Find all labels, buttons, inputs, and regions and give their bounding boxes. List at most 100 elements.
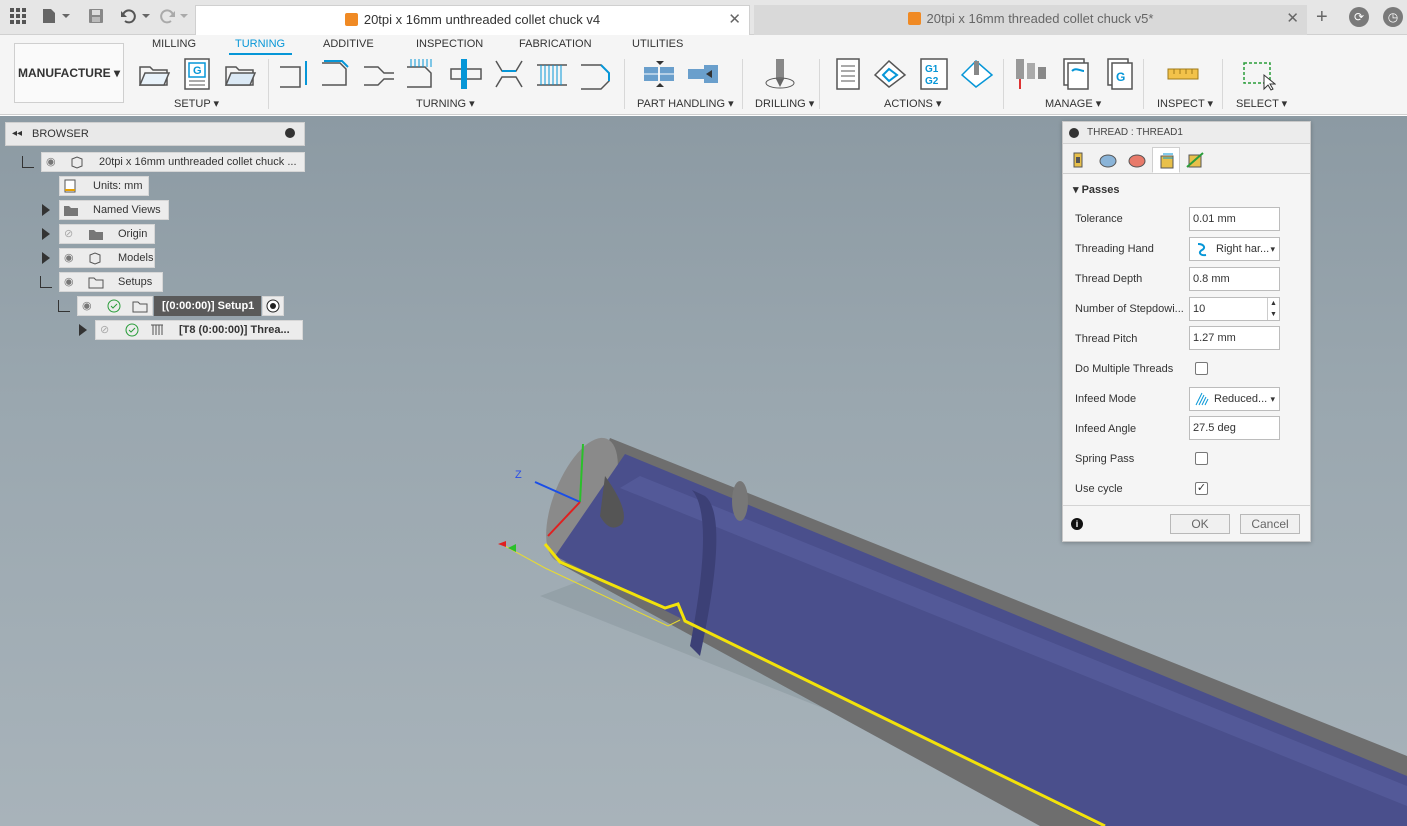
origin-label: Origin <box>118 228 148 240</box>
ok-button[interactable]: OK <box>1170 514 1230 534</box>
browser-root-node[interactable]: ◉ 20tpi x 16mm unthreaded collet chuck .… <box>41 152 305 172</box>
window-select-icon[interactable] <box>1242 57 1277 91</box>
spinner-arrows[interactable]: ▲ ▼ <box>1267 298 1279 320</box>
tab-linking[interactable] <box>1181 147 1209 173</box>
part-transfer-icon[interactable] <box>642 57 676 91</box>
file-menu-icon[interactable] <box>42 8 70 26</box>
use-cycle-checkbox[interactable]: ✓ <box>1195 482 1208 495</box>
cancel-button[interactable]: Cancel <box>1240 514 1300 534</box>
expand-named-views-toggle[interactable] <box>42 204 50 216</box>
eye-icon[interactable]: ◉ <box>82 299 96 313</box>
drill-icon[interactable] <box>764 57 798 91</box>
group-setup[interactable]: SETUP ▾ <box>174 97 219 110</box>
simulate-icon[interactable] <box>873 57 907 91</box>
expand-root-toggle[interactable] <box>22 156 34 168</box>
tab-additive[interactable]: ADDITIVE <box>323 38 374 50</box>
turning-secondary-icon[interactable] <box>579 57 613 91</box>
group-select[interactable]: SELECT ▾ <box>1236 97 1287 110</box>
expand-origin-toggle[interactable] <box>42 228 50 240</box>
nc-program-icon[interactable]: G <box>181 57 215 91</box>
eye-icon[interactable]: ◉ <box>64 251 78 265</box>
measure-icon[interactable] <box>1166 57 1200 91</box>
tab-document-active[interactable]: 20tpi x 16mm unthreaded collet chuck v4 … <box>195 5 750 35</box>
close-tab-icon[interactable]: ✕ <box>728 6 741 34</box>
folder-setup-icon[interactable] <box>223 57 257 91</box>
group-actions[interactable]: ACTIONS ▾ <box>884 97 941 110</box>
setup-sheet-icon[interactable] <box>831 57 865 91</box>
thread-pitch-field[interactable]: 1.27 mm <box>1189 326 1280 350</box>
infeed-angle-field[interactable]: 27.5 deg <box>1189 416 1280 440</box>
new-tab-icon[interactable]: + <box>1316 7 1328 27</box>
group-drilling[interactable]: DRILLING ▾ <box>755 97 814 110</box>
setup1-node[interactable]: [(0:00:00)] Setup1 <box>154 296 261 316</box>
origin-node[interactable]: ⊘ Origin <box>59 224 155 244</box>
tab-turning[interactable]: TURNING <box>235 38 285 50</box>
turning-roughing-icon[interactable] <box>405 57 439 91</box>
post-library-icon[interactable]: G <box>1102 57 1136 91</box>
tab-document-inactive[interactable]: 20tpi x 16mm threaded collet chuck v5* ✕ <box>754 5 1307 35</box>
tab-inspection[interactable]: INSPECTION <box>416 38 483 50</box>
dialog-collapse-icon[interactable] <box>1069 128 1079 138</box>
thread-depth-field[interactable]: 0.8 mm <box>1189 267 1280 291</box>
units-node[interactable]: Units: mm <box>59 176 149 196</box>
turning-chamfer-icon[interactable] <box>492 57 526 91</box>
tab-fabrication[interactable]: FABRICATION <box>519 38 592 50</box>
expand-models-toggle[interactable] <box>42 252 50 264</box>
collapse-setup1-toggle[interactable] <box>58 300 70 312</box>
group-turning[interactable]: TURNING ▾ <box>416 97 475 110</box>
browser-options-icon[interactable] <box>285 128 295 138</box>
tab-utilities[interactable]: UTILITIES <box>632 38 683 50</box>
tolerance-field[interactable]: 0.01 mm <box>1189 207 1280 231</box>
eye-hidden-icon[interactable]: ⊘ <box>64 227 78 241</box>
threading-hand-select[interactable]: Right har... ▾ <box>1189 237 1280 261</box>
stepdowns-stepper[interactable]: 10 ▲ ▼ <box>1189 297 1280 321</box>
template-library-icon[interactable] <box>1058 57 1092 91</box>
models-node[interactable]: ◉ Models <box>59 248 155 268</box>
tab-tool[interactable] <box>1065 147 1093 173</box>
expand-thread-op-toggle[interactable] <box>79 324 87 336</box>
eye-icon[interactable]: ◉ <box>46 155 60 169</box>
turning-profile-icon[interactable] <box>320 57 354 91</box>
collapse-browser-icon[interactable]: ◂◂ <box>12 123 22 145</box>
part-eject-icon[interactable] <box>686 57 720 91</box>
group-manage[interactable]: MANAGE ▾ <box>1045 97 1101 110</box>
tab-passes[interactable] <box>1152 147 1180 173</box>
passes-section-header[interactable]: ▾ Passes <box>1073 183 1120 196</box>
infeed-mode-select[interactable]: Reduced... ▾ <box>1189 387 1280 411</box>
new-setup-icon[interactable] <box>137 57 171 91</box>
named-views-node[interactable]: Named Views <box>59 200 169 220</box>
sync-icon[interactable]: ⟳ <box>1349 7 1369 27</box>
eye-hidden-icon[interactable]: ⊘ <box>100 323 114 337</box>
tab-radii[interactable] <box>1123 147 1151 173</box>
probe-icon[interactable] <box>960 57 994 91</box>
multiple-threads-checkbox[interactable] <box>1195 362 1208 375</box>
turning-groove-icon[interactable] <box>362 57 396 91</box>
save-icon[interactable] <box>88 8 104 26</box>
component-icon <box>70 155 84 169</box>
app-grid-icon[interactable] <box>10 8 26 26</box>
tool-library-icon[interactable] <box>1014 57 1048 91</box>
turning-thread-icon[interactable] <box>535 57 569 91</box>
setup1-icons[interactable]: ◉ <box>77 296 153 316</box>
setup1-activate[interactable] <box>262 296 284 316</box>
turning-part-icon[interactable] <box>449 57 483 91</box>
workspace-switcher[interactable]: MANUFACTURE ▾ <box>14 43 124 103</box>
active-target-icon[interactable] <box>266 299 280 313</box>
info-icon[interactable]: i <box>1071 518 1083 530</box>
group-part-handling[interactable]: PART HANDLING ▾ <box>637 97 734 110</box>
job-status-icon[interactable]: ◷ <box>1383 7 1403 27</box>
tab-geometry[interactable] <box>1094 147 1122 173</box>
group-inspect[interactable]: INSPECT ▾ <box>1157 97 1213 110</box>
redo-icon[interactable] <box>160 8 190 26</box>
tab-milling[interactable]: MILLING <box>152 38 196 50</box>
setups-node[interactable]: ◉ Setups <box>59 272 163 292</box>
close-tab-icon[interactable]: ✕ <box>1286 5 1299 33</box>
collapse-setups-toggle[interactable] <box>40 276 52 288</box>
spring-pass-checkbox[interactable] <box>1195 452 1208 465</box>
post-process-icon[interactable]: G1 G2 <box>917 57 951 91</box>
thread-operation-node[interactable]: ⊘ [T8 (0:00:00)] Threa... <box>95 320 303 340</box>
turning-face-icon[interactable] <box>278 57 312 91</box>
dialog-title-bar[interactable]: THREAD : THREAD1 <box>1063 122 1310 144</box>
eye-icon[interactable]: ◉ <box>64 275 78 289</box>
undo-icon[interactable] <box>120 8 150 26</box>
